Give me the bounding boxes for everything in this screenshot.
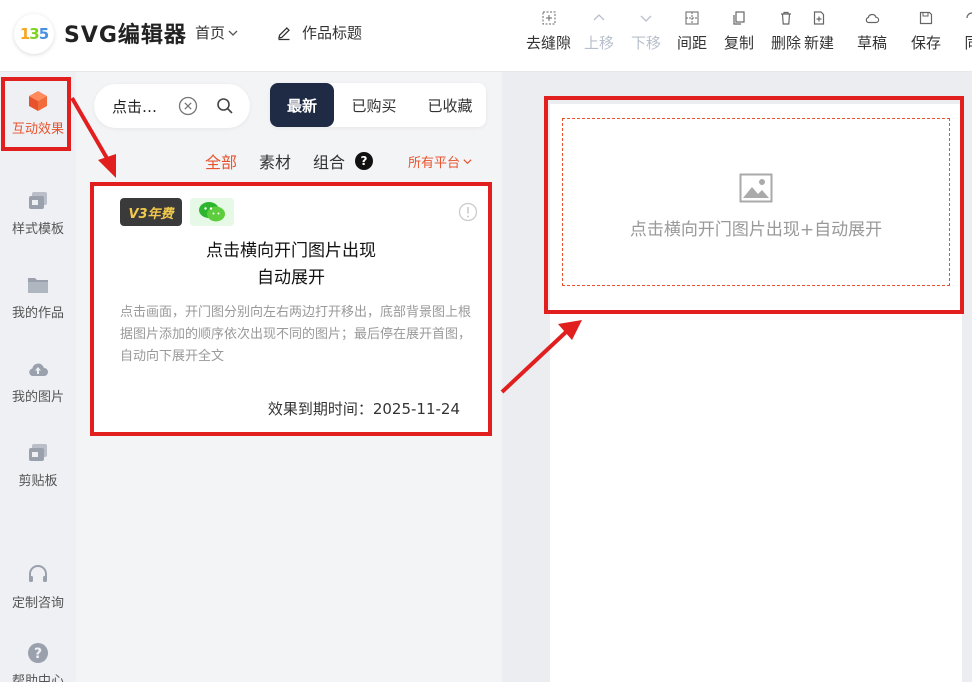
tab-latest[interactable]: 最新 [270,83,334,127]
cloud-icon [865,13,880,24]
expiry-date: 效果到期时间：2025-11-24 [267,400,460,418]
sidebar-item-my-images[interactable]: 我的图片 [0,346,76,416]
filter-material[interactable]: 素材 [259,149,291,173]
filter-bar: 全部 素材 组合 ? 所有平台 [76,146,502,174]
home-menu-label: 首页 [195,24,226,42]
search-icon[interactable] [216,97,234,115]
sidebar-item-clipboard[interactable]: 剪贴板 [0,430,76,500]
work-title-label: 作品标题 [302,24,363,42]
placeholder-text: 点击横向开门图片出现+自动展开 [629,220,883,240]
platform-select[interactable]: 所有平台 [408,152,473,171]
seam-icon [542,11,555,25]
pencil-icon [278,26,290,40]
v3-annual-badge: V3年费 [120,198,182,226]
wechat-badge [190,198,234,226]
cloud-upload-icon [29,363,48,376]
svg-text:?: ? [34,646,42,662]
left-sidebar: 互动效果 样式模板 我的作品 我的图片 剪贴板 定制咨询 ? 帮助中心 [0,72,76,682]
folder-icon [28,278,48,293]
spacing-button[interactable]: 间距 [677,8,707,53]
sidebar-item-custom-consult[interactable]: 定制咨询 [0,552,76,622]
combo-help-icon[interactable]: ? [355,152,373,170]
sync-icon [966,12,972,19]
wechat-icon [199,202,225,222]
chevron-down-icon [640,15,652,22]
sidebar-item-style-templates[interactable]: 样式模板 [0,178,76,248]
effects-panel: 点击… 最新 已购买 已收藏 全部 素材 组合 ? 所有平台 V3年费 点击横向… [76,72,502,682]
save-button[interactable]: 保存 [911,8,941,53]
top-header: 135 SVG编辑器 首页 作品标题 去缝隙 上移 下移 间距 复制 删除 新建… [0,0,972,72]
work-title-edit[interactable]: 作品标题 [276,22,362,43]
headset-icon [29,565,47,582]
image-icon [739,173,773,203]
move-up-button[interactable]: 上移 [584,8,614,53]
search-box[interactable]: 点击… [94,84,250,128]
chevron-up-icon [593,14,605,21]
spacing-icon [685,11,699,25]
effect-placeholder[interactable]: 点击横向开门图片出现+自动展开 [562,118,950,286]
sidebar-item-my-works[interactable]: 我的作品 [0,262,76,332]
annotation-sidebar-box [1,77,71,151]
canvas-area: 点击横向开门图片出现+自动展开 [502,72,972,682]
tab-purchased[interactable]: 已购买 [340,83,408,127]
card-title: 点击横向开门图片出现 自动展开 [206,241,376,288]
clear-icon[interactable] [178,96,198,116]
copy-button[interactable]: 复制 [724,8,754,53]
filter-combo[interactable]: 组合 [313,149,345,173]
filter-all[interactable]: 全部 [205,149,237,173]
clipboard-icon [29,444,47,461]
home-menu[interactable]: 首页 [195,22,239,43]
effect-tabs: 最新 已购买 已收藏 [270,83,486,127]
chevron-down-icon [463,159,472,165]
effect-card[interactable]: V3年费 点击横向开门图片出现 自动展开 点击画面，开门图分别向左右两边打开移出… [90,182,492,436]
move-down-button[interactable]: 下移 [631,8,661,53]
editor-app: 135 SVG编辑器 首页 作品标题 去缝隙 上移 下移 间距 复制 删除 新建… [0,0,972,682]
remove-gap-button[interactable]: 去缝隙 [526,8,571,53]
logo-icon[interactable]: 135 [14,14,54,54]
card-description: 点击画面，开门图分别向左右两边打开移出，底部背景图上根据图片添加的顺序依次出现不… [120,305,472,364]
help-icon: ? [28,643,48,663]
template-icon [29,192,47,209]
info-icon[interactable] [458,202,478,222]
search-input[interactable]: 点击… [112,96,166,117]
chevron-down-icon [228,30,238,36]
copy-icon [733,11,745,25]
new-file-icon [813,11,825,25]
trash-icon [781,11,791,25]
tab-favorites[interactable]: 已收藏 [416,83,484,127]
sync-button[interactable]: 同 [964,8,972,53]
new-button[interactable]: 新建 [804,8,834,53]
sidebar-item-help-center[interactable]: ? 帮助中心 [0,630,76,682]
draft-button[interactable]: 草稿 [857,8,887,53]
save-icon [919,11,933,25]
delete-button[interactable]: 删除 [771,8,801,53]
app-title: SVG编辑器 [64,23,187,48]
